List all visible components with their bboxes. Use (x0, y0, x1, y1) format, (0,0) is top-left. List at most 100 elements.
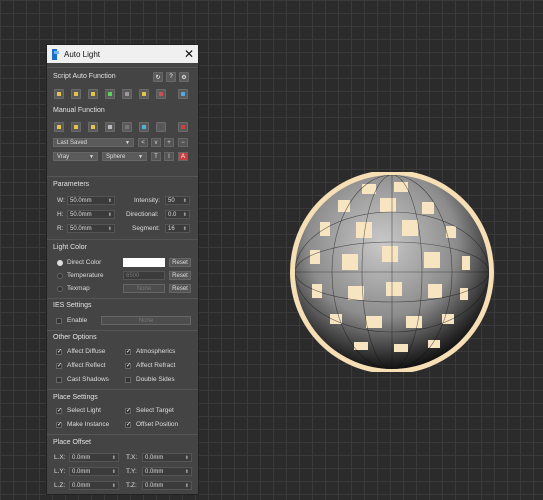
tz-spinner[interactable]: 0.0mm ⬍ (142, 481, 192, 490)
make-instance-checkbox[interactable]: ✓ (56, 422, 62, 428)
script-auto-section: Script Auto Function ↻ ? ⚙ (47, 67, 198, 108)
i-button[interactable]: I (164, 152, 174, 161)
a-button[interactable]: A (178, 152, 188, 161)
ly-value: 0.0mm (72, 469, 91, 475)
affect-diffuse-checkbox[interactable]: ✓ (56, 349, 62, 355)
lz-spinner[interactable]: 0.0mm ⬍ (69, 481, 119, 490)
section-header: Place Offset (53, 439, 92, 446)
spinner-arrows-icon: ⬍ (184, 483, 189, 489)
renderer-dropdown[interactable]: Vray ▼ (53, 152, 98, 161)
ly-label: L.Y: (54, 468, 66, 475)
ies-file-button[interactable]: None (101, 316, 191, 325)
viewport-sphere[interactable] (282, 170, 502, 374)
prev-button[interactable]: < (138, 138, 148, 147)
ly-spinner[interactable]: 0.0mm ⬍ (69, 467, 119, 476)
tool-3-icon[interactable] (88, 89, 98, 99)
atmospherics-checkbox[interactable]: ✓ (125, 349, 131, 355)
lock-icon[interactable] (178, 122, 188, 132)
manual-tool-7-icon[interactable] (156, 122, 166, 132)
r-spinner[interactable]: 50.0mm ⬍ (67, 224, 115, 233)
down-button[interactable]: v (151, 138, 161, 147)
ty-spinner[interactable]: 0.0mm ⬍ (142, 467, 192, 476)
manual-tool-1-icon[interactable] (54, 122, 64, 132)
reset-texmap-button[interactable]: Reset (169, 284, 191, 293)
manual-tool-2-icon[interactable] (71, 122, 81, 132)
affect-refract-label: Affect Refract (136, 362, 176, 369)
h-spinner[interactable]: 50.0mm ⬍ (67, 210, 115, 219)
tx-label: T.X: (126, 454, 138, 461)
tool-4-icon[interactable] (105, 89, 115, 99)
gear-icon[interactable]: ⚙ (179, 72, 189, 82)
t-button[interactable]: T (151, 152, 161, 161)
texmap-label: Texmap (67, 285, 90, 292)
texmap-radio[interactable] (57, 286, 63, 292)
remove-button[interactable]: − (178, 138, 188, 147)
section-header: Other Options (53, 334, 97, 341)
texmap-button[interactable]: None (123, 284, 165, 293)
tool-8-icon[interactable] (178, 89, 188, 99)
chevron-down-icon: ▼ (125, 140, 130, 146)
temperature-radio[interactable] (57, 273, 63, 279)
shape-dropdown[interactable]: Sphere ▼ (102, 152, 147, 161)
light-color-section: Light Color Direct Color Reset Temperatu… (47, 239, 198, 298)
affect-diffuse-label: Affect Diffuse (67, 348, 106, 355)
double-sides-checkbox[interactable] (125, 377, 131, 383)
ty-value: 0.0mm (145, 469, 164, 475)
segment-label: Segment: (132, 225, 160, 232)
ies-enable-checkbox[interactable] (56, 318, 62, 324)
temperature-value: 6500 (126, 273, 140, 279)
w-spinner[interactable]: 50.0mm ⬍ (67, 196, 115, 205)
saved-dropdown[interactable]: Last Saved ▼ (53, 138, 134, 147)
help-icon[interactable]: ? (166, 72, 176, 82)
temperature-spinner[interactable]: 6500 (123, 271, 165, 280)
tool-1-icon[interactable] (54, 89, 64, 99)
tool-5-icon[interactable] (122, 89, 132, 99)
lx-label: L.X: (54, 454, 66, 461)
lx-spinner[interactable]: 0.0mm ⬍ (69, 453, 119, 462)
make-instance-label: Make Instance (67, 421, 110, 428)
window-title: Auto Light (64, 49, 101, 59)
manual-tool-3-icon[interactable] (88, 122, 98, 132)
spinner-arrows-icon: ⬍ (184, 469, 189, 475)
affect-refract-checkbox[interactable]: ✓ (125, 363, 131, 369)
refresh-icon[interactable]: ↻ (153, 72, 163, 82)
segment-spinner[interactable]: 16 ⬍ (165, 224, 190, 233)
section-header: IES Settings (53, 302, 92, 309)
h-value: 50.0mm (70, 212, 92, 218)
place-offset-section: Place Offset L.X: 0.0mm ⬍ L.Y: 0.0mm ⬍ L.Z… (47, 434, 198, 495)
cast-shadows-label: Cast Shadows (67, 376, 109, 383)
spinner-arrows-icon: ⬍ (182, 198, 187, 204)
lz-value: 0.0mm (72, 483, 91, 489)
select-light-label: Select Light (67, 407, 101, 414)
offset-position-checkbox[interactable]: ✓ (125, 422, 131, 428)
select-target-checkbox[interactable]: ✓ (125, 408, 131, 414)
spinner-arrows-icon: ⬍ (182, 212, 187, 218)
direct-color-radio[interactable] (57, 260, 63, 266)
close-icon[interactable]: ✕ (184, 48, 194, 60)
intensity-label: Intensity: (134, 197, 161, 204)
tool-7-icon[interactable] (156, 89, 166, 99)
affect-reflect-label: Affect Reflect (67, 362, 106, 369)
intensity-spinner[interactable]: 50 ⬍ (165, 196, 190, 205)
cast-shadows-checkbox[interactable] (56, 377, 62, 383)
reset-color-button[interactable]: Reset (169, 258, 191, 267)
saved-dropdown-value: Last Saved (57, 140, 88, 146)
manual-tool-4-icon[interactable] (105, 122, 115, 132)
app-logo-icon (52, 48, 59, 60)
color-swatch[interactable] (123, 258, 165, 267)
manual-tool-5-icon[interactable] (122, 122, 132, 132)
tool-6-icon[interactable] (139, 89, 149, 99)
select-light-checkbox[interactable]: ✓ (56, 408, 62, 414)
tx-spinner[interactable]: 0.0mm ⬍ (142, 453, 192, 462)
parameters-section: Parameters W: 50.0mm ⬍ H: 50.0mm ⬍ R: 50.0… (47, 176, 198, 237)
sphere-render (290, 170, 494, 374)
offset-position-label: Offset Position (136, 421, 179, 428)
ies-enable-label: Enable (67, 317, 88, 324)
affect-reflect-checkbox[interactable]: ✓ (56, 363, 62, 369)
directional-spinner[interactable]: 0.0 ⬍ (165, 210, 190, 219)
add-button[interactable]: + (164, 138, 174, 147)
h-label: H: (57, 211, 64, 218)
manual-tool-6-icon[interactable] (139, 122, 149, 132)
reset-temperature-button[interactable]: Reset (169, 271, 191, 280)
tool-2-icon[interactable] (71, 89, 81, 99)
